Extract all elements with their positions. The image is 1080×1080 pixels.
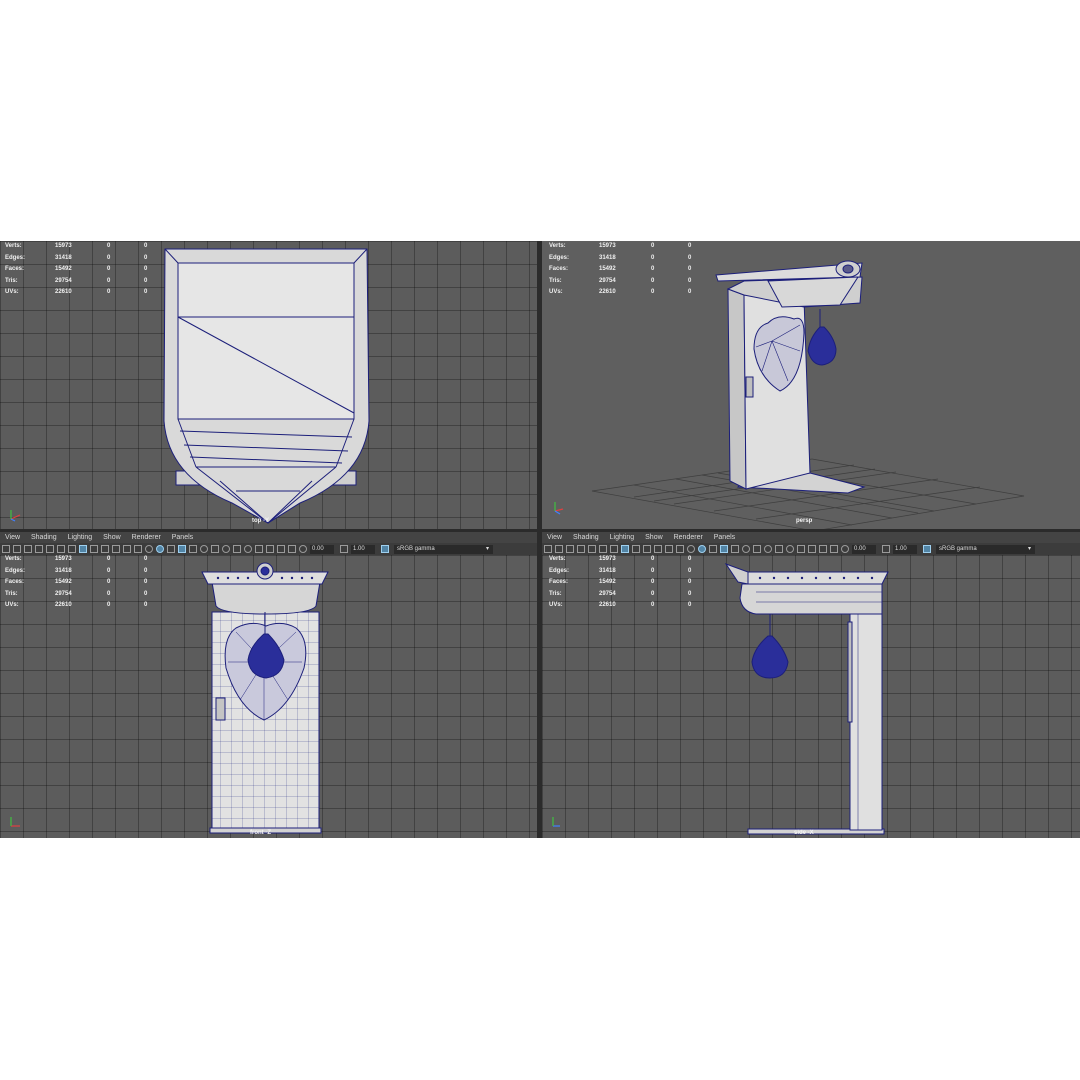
camera-label-persp: persp: [796, 518, 813, 524]
axis-gizmo-icon: [554, 502, 564, 515]
axis-gizmo-icon: [552, 817, 560, 827]
viewport-persp[interactable]: Verts: 15973 0 0 Edges: 31418 0 0 Faces: 15492 0…: [542, 241, 1080, 529]
poly-count-hud: Verts: 15973 0 0 Edges: 31418 0 0 Faces: 15492 0…: [5, 556, 148, 608]
poly-count-hud: Verts: 15973 0 0 Edges: 31418 0 0 Faces: 15492 0…: [549, 243, 692, 295]
viewport-divider-vertical[interactable]: [537, 241, 542, 838]
camera-label-top: top -Y: [252, 518, 269, 524]
poly-count-hud: Verts: 15973 0 0 Edges: 31418 0 0 Faces: 15492 0…: [5, 243, 148, 295]
viewport-divider-horizontal[interactable]: [0, 529, 1080, 532]
poly-count-hud: Verts: 15973 0 0 Edges: 31418 0 0 Faces: 15492 0…: [549, 556, 692, 608]
camera-label-side: side -X: [794, 830, 814, 836]
viewport-front[interactable]: View Shading Lighting Show Renderer Pane…: [0, 532, 537, 838]
viewport-top[interactable]: Verts: 15973 0 0 Edges: 31418 0 0 Faces: 15492 0…: [0, 241, 537, 529]
axis-gizmo-icon: [10, 817, 20, 827]
viewport-side[interactable]: View Shading Lighting Show Renderer Pane…: [542, 532, 1080, 838]
camera-label-front: front -Z: [250, 830, 271, 836]
axis-gizmo-icon: [10, 510, 21, 522]
